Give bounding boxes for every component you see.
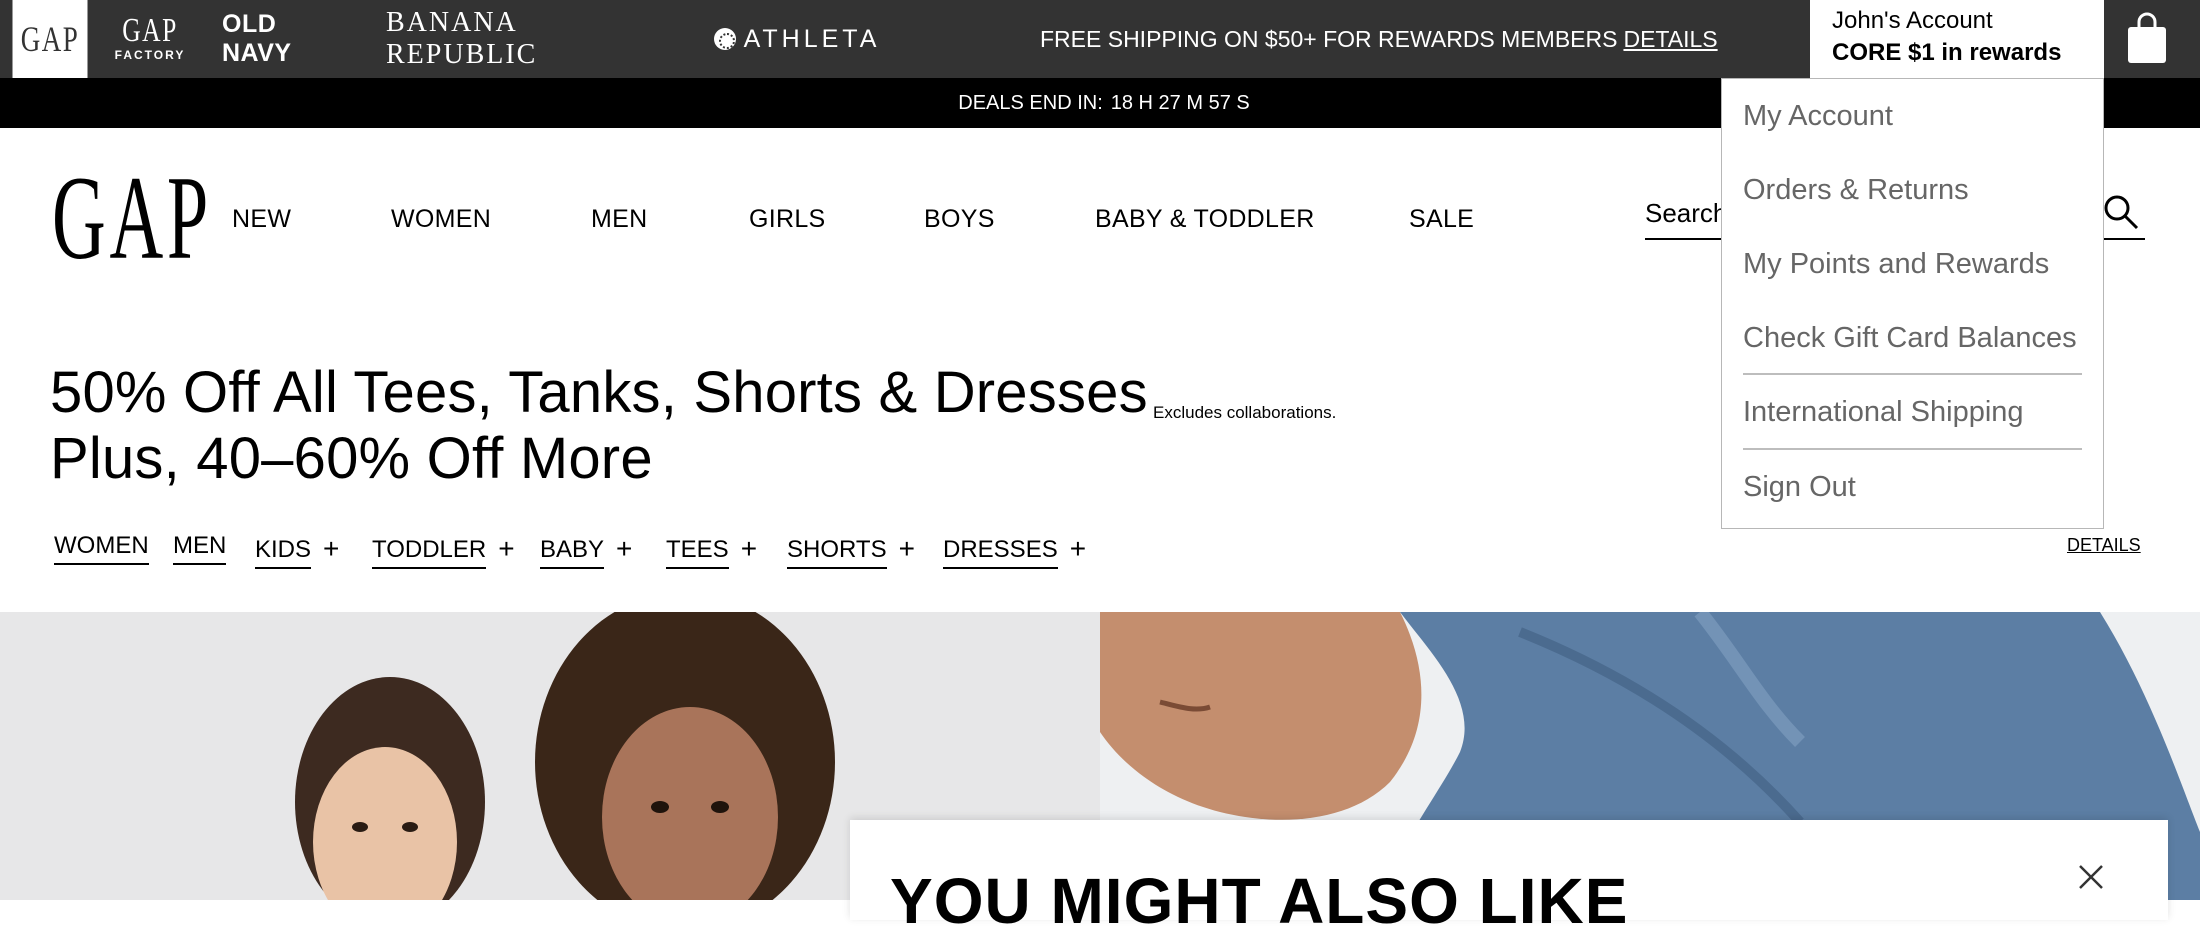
gap-logo[interactable]: GAP <box>52 158 212 278</box>
plus-icon: + <box>740 533 758 564</box>
category-kids[interactable]: KIDS + <box>255 532 340 569</box>
shipping-promo: FREE SHIPPING ON $50+ FOR REWARDS MEMBER… <box>1040 0 1718 78</box>
promo-headline-line1: 50% Off All Tees, Tanks, Shorts & Dresse… <box>50 360 1148 425</box>
menu-item-international-shipping[interactable]: International Shipping <box>1743 375 2082 450</box>
brand-athleta-label: ATHLETA <box>743 24 881 53</box>
category-label: WOMEN <box>54 532 149 565</box>
category-men[interactable]: MEN <box>173 532 227 565</box>
recommendations-modal: YOU MIGHT ALSO LIKE <box>850 820 2168 937</box>
account-name: John's Account <box>1832 7 1993 34</box>
category-label: TODDLER <box>372 536 487 569</box>
menu-item-points-rewards[interactable]: My Points and Rewards <box>1743 227 2082 301</box>
category-label: SHORTS <box>787 536 887 569</box>
brand-old-navy-label: OLD NAVY <box>222 10 292 67</box>
plus-icon: + <box>323 533 340 564</box>
modal-title: YOU MIGHT ALSO LIKE <box>890 865 1629 937</box>
menu-item-sign-out[interactable]: Sign Out <box>1743 450 2082 525</box>
category-label: TEES <box>666 536 729 569</box>
category-women[interactable]: WOMEN <box>54 532 149 565</box>
account-menu-button[interactable]: John's Account CORE $1 in rewards <box>1810 0 2104 93</box>
promo-headline-line2: Plus, 40–60% Off More <box>50 426 653 491</box>
category-label: BABY <box>540 536 605 569</box>
shipping-promo-text: FREE SHIPPING ON $50+ FOR REWARDS MEMBER… <box>1040 26 1618 52</box>
brand-gap-tab[interactable]: GAP <box>12 0 88 78</box>
deals-label: DEALS END IN: <box>958 92 1103 114</box>
plus-icon: + <box>616 533 633 564</box>
brand-old-navy-tab[interactable]: OLD NAVY <box>222 0 342 78</box>
promo-details-link[interactable]: DETAILS <box>2067 535 2141 556</box>
search-input[interactable]: Search <box>1645 198 1727 229</box>
category-baby[interactable]: BABY + <box>540 532 633 569</box>
plus-icon: + <box>498 533 515 564</box>
brand-banana-republic-tab[interactable]: BANANA REPUBLIC <box>386 0 666 78</box>
category-label: MEN <box>173 532 227 565</box>
athleta-logo-icon <box>713 28 736 50</box>
brand-banana-republic-label: BANANA REPUBLIC <box>386 7 538 70</box>
category-label: DRESSES <box>943 536 1058 569</box>
brand-athleta-tab[interactable]: ATHLETA <box>712 0 882 78</box>
category-shorts[interactable]: SHORTS + <box>787 532 915 569</box>
brand-gap-factory-label: GAP <box>122 12 178 49</box>
account-dropdown: My Account Orders & Returns My Points an… <box>1721 78 2104 529</box>
category-toddler[interactable]: TODDLER + <box>372 532 515 569</box>
search-icon[interactable] <box>2101 192 2141 232</box>
nav-new[interactable]: NEW <box>232 205 291 234</box>
brand-gap-factory-tab[interactable]: GAP FACTORY <box>100 0 200 78</box>
plus-icon: + <box>1069 533 1087 564</box>
nav-girls[interactable]: GIRLS <box>749 205 826 234</box>
nav-women[interactable]: WOMEN <box>391 205 491 234</box>
brand-gap-factory-sub: FACTORY <box>114 48 186 62</box>
category-label: KIDS <box>255 536 312 569</box>
menu-item-orders-returns[interactable]: Orders & Returns <box>1743 153 2082 227</box>
category-dresses[interactable]: DRESSES + <box>943 532 1087 569</box>
category-tees[interactable]: TEES + <box>666 532 758 569</box>
brand-gap-label: GAP <box>20 19 80 59</box>
menu-item-gift-card-balances[interactable]: Check Gift Card Balances <box>1743 301 2082 375</box>
nav-men[interactable]: MEN <box>591 205 647 234</box>
promo-exclusion-note: Excludes collaborations. <box>1153 403 1337 422</box>
plus-icon: + <box>898 533 915 564</box>
deals-countdown: 18 H 27 M 57 S <box>1110 92 1250 114</box>
nav-baby-toddler[interactable]: BABY & TODDLER <box>1095 205 1315 234</box>
shopping-bag-icon[interactable] <box>2126 12 2168 64</box>
brand-bar: GAP GAP FACTORY OLD NAVY BANANA REPUBLIC… <box>0 0 2200 93</box>
account-rewards-text: CORE $1 in rewards <box>1832 39 2062 66</box>
menu-item-my-account[interactable]: My Account <box>1743 79 2082 153</box>
nav-sale[interactable]: SALE <box>1409 205 1474 234</box>
nav-boys[interactable]: BOYS <box>924 205 995 234</box>
close-icon[interactable] <box>2076 862 2106 892</box>
promo-headline: 50% Off All Tees, Tanks, Shorts & Dresse… <box>50 360 1148 492</box>
shipping-promo-details-link[interactable]: DETAILS <box>1623 26 1717 52</box>
